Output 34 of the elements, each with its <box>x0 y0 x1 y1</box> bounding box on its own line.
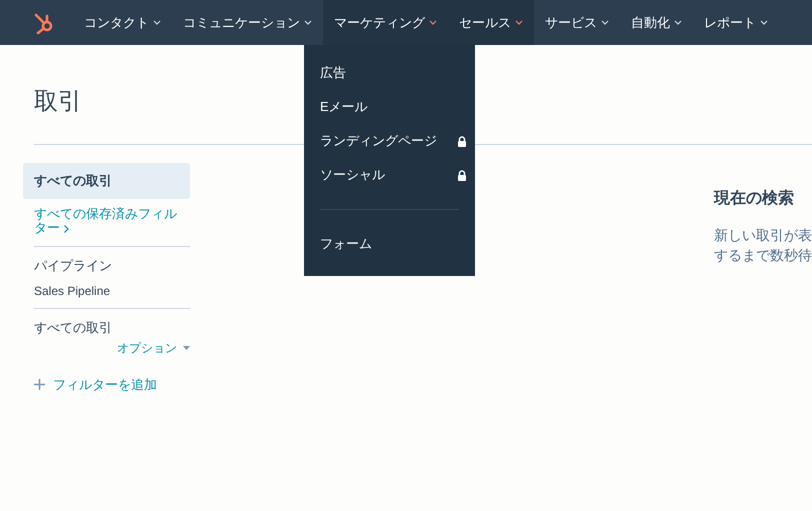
lock-icon <box>457 170 467 180</box>
chevron-right-icon <box>64 224 69 233</box>
dropdown-item[interactable]: ソーシャル <box>304 158 475 192</box>
nav-menu-item[interactable]: レポート <box>693 0 779 45</box>
dropdown-item[interactable]: ランディングページ <box>304 124 475 158</box>
caret-icon <box>153 20 161 25</box>
caret-icon <box>429 20 437 25</box>
nav-menu-item[interactable]: コンタクト <box>73 0 172 45</box>
nav-menu-item[interactable]: サービス <box>534 0 620 45</box>
dropdown-item[interactable]: フォーム <box>304 227 475 261</box>
caret-icon <box>515 20 523 25</box>
caret-icon <box>183 346 190 350</box>
nav-menu-item[interactable]: コミュニケーション <box>172 0 323 45</box>
nav-menu-item[interactable]: マーケティング <box>323 0 448 45</box>
caret-icon <box>601 20 609 25</box>
pipeline-label: パイプライン <box>33 257 113 275</box>
view-item[interactable]: すべての取引 <box>23 163 190 199</box>
saved-filters-link[interactable]: すべての保存済みフィルター <box>23 207 190 235</box>
empty-state-title: 現在の検索 <box>714 188 795 209</box>
nav-menu-item[interactable]: 自動化 <box>620 0 693 45</box>
caret-icon <box>304 20 312 25</box>
filter-label: すべての取引 <box>33 318 113 336</box>
pipeline-select[interactable]: Sales Pipeline <box>23 282 190 300</box>
add-filter-link[interactable]: フィルターを追加 <box>23 375 190 394</box>
empty-state-text: 新しい取引が表 するまで数秒待 <box>714 226 812 265</box>
options-dropdown[interactable]: オプション <box>117 339 190 357</box>
lock-icon <box>457 136 467 146</box>
dropdown-item[interactable]: 広告 <box>304 56 475 90</box>
dropdown-item[interactable]: Eメール <box>304 90 475 124</box>
page-title: 取引 <box>34 87 82 117</box>
caret-icon <box>674 20 682 25</box>
plus-icon <box>34 379 45 390</box>
caret-icon <box>760 20 768 25</box>
nav-menu-item[interactable]: セールス <box>448 0 534 45</box>
